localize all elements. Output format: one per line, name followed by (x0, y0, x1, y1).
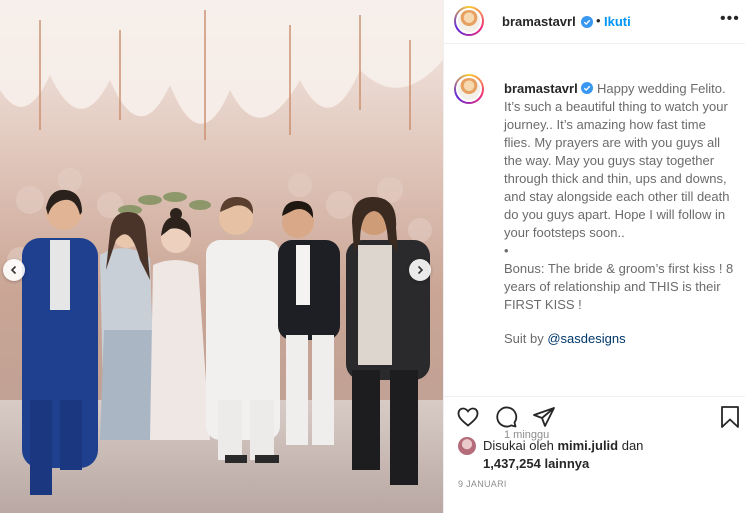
avatar[interactable] (454, 6, 484, 36)
liker-avatar[interactable] (458, 437, 476, 455)
heart-icon (457, 407, 479, 427)
action-bar (444, 400, 745, 434)
comment-button[interactable] (494, 405, 518, 434)
more-options-button[interactable]: ••• (720, 10, 740, 28)
caption-bonus: Bonus: The bride & groom’s first kiss ! … (504, 261, 734, 312)
comment-icon (496, 406, 518, 428)
caption-body: Happy wedding Felito. It’s such a beauti… (504, 81, 730, 240)
like-button[interactable] (456, 405, 480, 434)
bookmark-icon (721, 406, 739, 428)
caption-bullet: • (504, 243, 509, 258)
likes-count: 1,437,254 (483, 456, 541, 471)
caption-credit: Suit by @sasdesigns (504, 330, 736, 348)
post-date[interactable]: 9 JANUARI (458, 479, 507, 489)
post-author-username[interactable]: bramastavrl (502, 14, 576, 29)
caption-area: bramastavrl Happy wedding Felito. It’s s… (444, 66, 745, 441)
prev-photo-button[interactable] (3, 259, 25, 281)
next-photo-button[interactable] (409, 259, 431, 281)
likes-count-link[interactable]: 1,437,254 lainnya (483, 456, 589, 471)
save-button[interactable] (719, 405, 741, 434)
caption-username[interactable]: bramastavrl (504, 81, 578, 96)
verified-badge-icon (581, 82, 594, 94)
post-header: bramastavrl • Ikuti ••• (444, 0, 745, 44)
liker-username[interactable]: mimi.julid (557, 438, 618, 453)
chevron-right-icon (417, 265, 424, 275)
post-photo[interactable] (0, 0, 443, 513)
likes-others: lainnya (540, 456, 590, 471)
chevron-left-icon (10, 265, 17, 275)
caption-text: bramastavrl Happy wedding Felito. It’s s… (504, 80, 736, 348)
caption-avatar[interactable] (454, 74, 484, 104)
likes-line-1: Disukai oleh mimi.julid dan (483, 438, 643, 453)
likes-and: dan (618, 438, 644, 453)
verified-badge-icon (581, 16, 593, 28)
header-separator: • (596, 13, 601, 28)
likes-prefix: Disukai oleh (483, 438, 558, 453)
share-icon (533, 407, 555, 427)
follow-button[interactable]: Ikuti (604, 14, 631, 29)
verified-badge-wrap (581, 14, 593, 32)
caption-credit-prefix: Suit by (504, 331, 548, 346)
wedding-photo-illustration (0, 0, 443, 513)
share-button[interactable] (532, 405, 556, 434)
actions-divider (444, 396, 745, 397)
mention-link[interactable]: @sasdesigns (547, 331, 625, 346)
post-detail-panel: bramastavrl • Ikuti ••• bramastavrl Happ… (444, 0, 745, 513)
